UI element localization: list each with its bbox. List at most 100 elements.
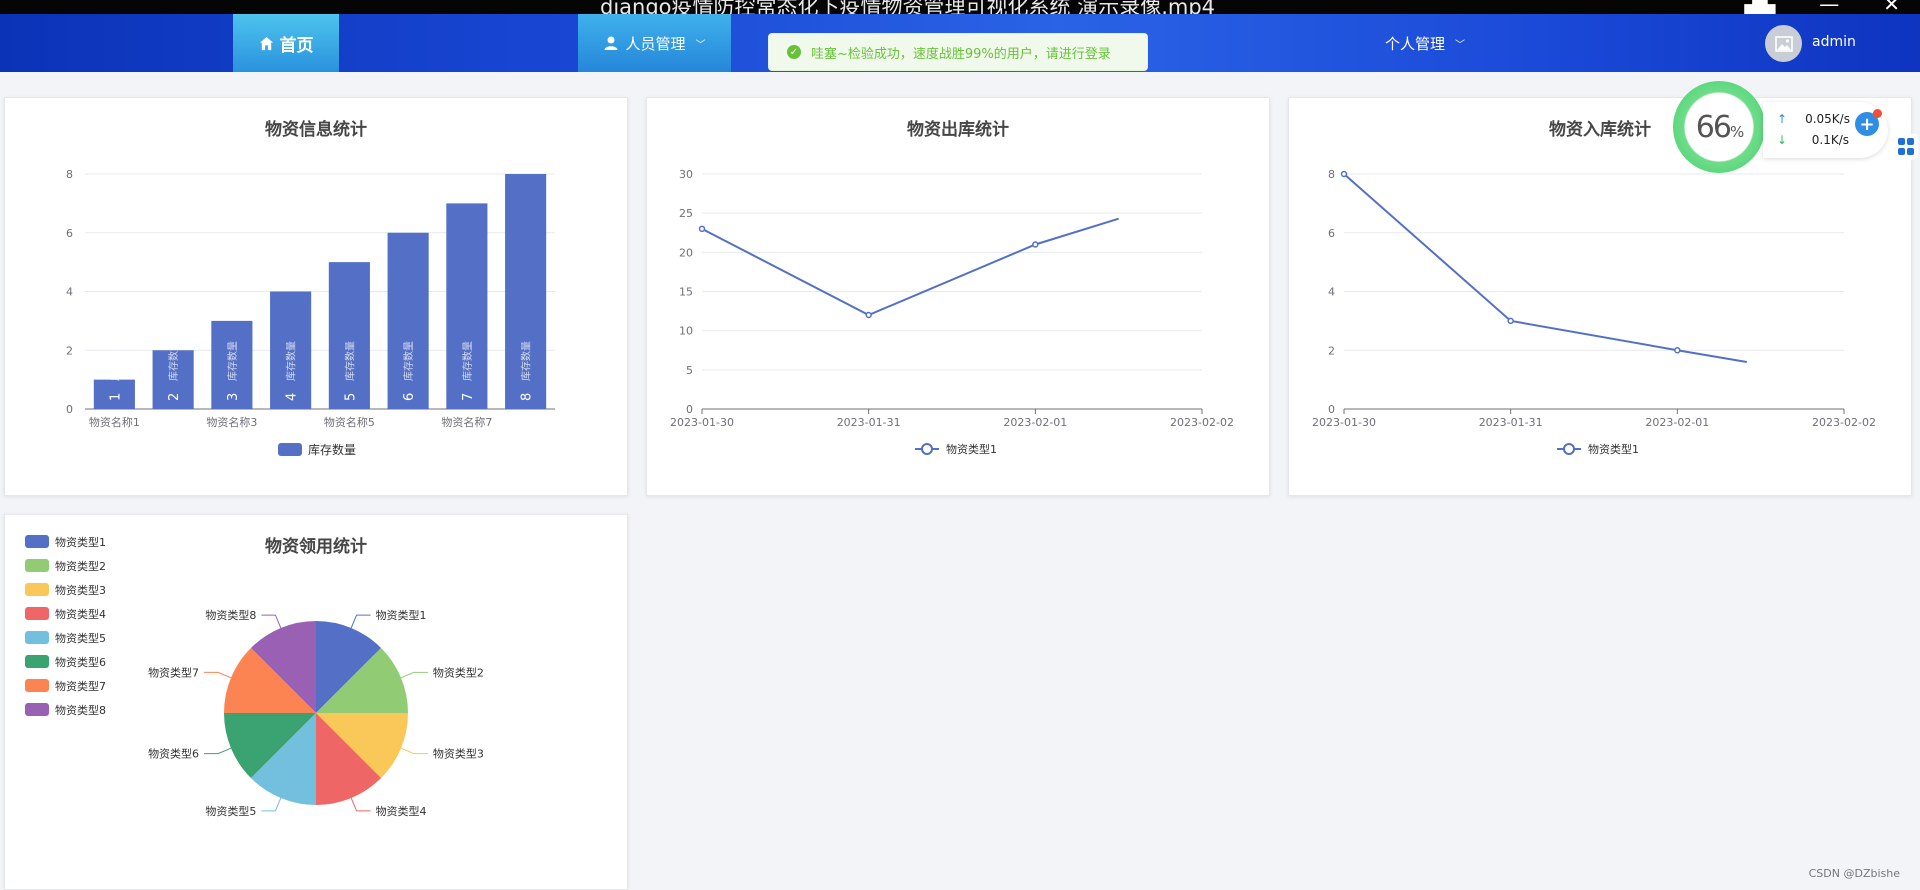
label-leader-line xyxy=(204,747,232,755)
slice-label: 物资类型8 xyxy=(205,608,256,622)
data-point xyxy=(1674,347,1681,354)
y-tick-label: 8 xyxy=(66,168,73,181)
x-tick-label: 2023-01-30 xyxy=(1312,416,1376,429)
x-tick-label: 2023-02-02 xyxy=(1812,416,1876,429)
legend-swatch xyxy=(25,535,49,548)
legend-label: 物资类型6 xyxy=(55,655,106,669)
bar-value-label: 4 xyxy=(285,393,300,401)
slice-label: 物资类型5 xyxy=(205,804,256,818)
download-speed: ↓ 0.1K/s xyxy=(1777,133,1849,147)
legend-label: 物资类型1 xyxy=(55,535,106,549)
y-tick-label: 6 xyxy=(1328,227,1335,240)
bar-value-label: 6 xyxy=(402,393,417,401)
x-tick-label: 物资名称7 xyxy=(441,415,492,429)
legend-swatch xyxy=(25,607,49,620)
y-tick-label: 25 xyxy=(679,207,693,220)
apps-grid-icon[interactable] xyxy=(1894,134,1918,160)
bar-value-label: 2 xyxy=(167,393,182,401)
legend-label: 物资类型7 xyxy=(55,679,106,693)
x-tick-label: 2023-01-30 xyxy=(670,416,734,429)
x-tick-label: 2023-02-02 xyxy=(1170,416,1234,429)
legend-marker xyxy=(1563,443,1575,455)
video-title-bar: django疫情防控常态化下疫情物资管理可视化系统 演示录像.mp4 ▟▙ — … xyxy=(0,0,1920,14)
y-tick-label: 4 xyxy=(1328,286,1335,299)
y-tick-label: 0 xyxy=(1328,403,1335,416)
bar-value-label: 7 xyxy=(461,393,476,401)
legend-swatch xyxy=(25,631,49,644)
bar-series-label: 库存数量 xyxy=(520,341,533,381)
bar-value-label: 5 xyxy=(343,393,358,401)
legend-label: 物资类型1 xyxy=(1588,442,1639,456)
x-tick-label: 2023-01-31 xyxy=(1479,416,1543,429)
chart-card-inventory: 物资信息统计 0 2 4 6 8 1 库存数量 物资名称1 2 库存数量 3 库存数量 物资名称3 4 库存… xyxy=(4,97,628,496)
bar-value-label: 8 xyxy=(520,393,535,401)
chevron-down-icon: ﹀ xyxy=(1455,39,1465,51)
bar-series-label: 库存数量 xyxy=(285,341,298,381)
x-tick-label: 2023-02-01 xyxy=(1003,416,1067,429)
y-tick-label: 2 xyxy=(66,344,73,357)
legend-swatch xyxy=(278,443,302,456)
upload-speed: ↑ 0.05K/s xyxy=(1777,112,1850,126)
y-tick-label: 0 xyxy=(66,403,73,416)
slice-label: 物资类型3 xyxy=(433,747,484,761)
series-line xyxy=(1343,173,1747,363)
notification-dot xyxy=(1873,109,1882,118)
nav-personal-label: 个人管理 xyxy=(1384,34,1445,53)
success-toast: ✓ 哇塞~检验成功，速度战胜99%的用户，请进行登录 xyxy=(768,33,1148,71)
watermark: CSDN @DZbishe xyxy=(1808,867,1900,880)
x-tick-label: 物资名称1 xyxy=(89,415,140,429)
legend-marker xyxy=(921,443,933,455)
data-point xyxy=(698,225,706,233)
y-tick-label: 5 xyxy=(686,364,693,377)
data-point xyxy=(1340,170,1348,178)
memory-gauge[interactable]: 66% xyxy=(1673,81,1765,173)
y-tick-label: 15 xyxy=(679,286,693,299)
data-point xyxy=(1507,317,1514,325)
x-tick-label: 物资名称3 xyxy=(206,415,257,429)
legend-swatch xyxy=(25,559,49,572)
pie-chart: 物资类型1 物资类型2 物资类型3 物资类型4 物资类型5 物资类型6 物资类型7 物资类型8… xyxy=(25,535,484,818)
data-point xyxy=(1032,241,1039,248)
chart-card-usage: 物资领用统计 物资类型1 物资类型2 物资类型3 物资类型4 物资类型5 物资类型6 物资类… xyxy=(4,514,628,890)
username[interactable]: admin xyxy=(1812,34,1856,50)
bar-series-label: 库存数量 xyxy=(226,341,239,381)
bar-series-label: 库存数量 xyxy=(343,341,356,381)
slice-label: 物资类型4 xyxy=(376,804,427,818)
label-leader-line xyxy=(204,671,232,679)
check-circle-icon: ✓ xyxy=(787,45,801,59)
bar-value-label: 1 xyxy=(108,393,123,401)
label-leader-line xyxy=(400,747,428,755)
chevron-down-icon: ﹀ xyxy=(695,39,706,51)
home-icon xyxy=(259,36,273,50)
legend-label: 物资类型3 xyxy=(55,583,106,597)
nav-staff-label: 人员管理 xyxy=(625,34,686,53)
arrow-up-icon: ↑ xyxy=(1777,112,1788,126)
chart-card-outbound: 物资出库统计 0 5 10 15 20 25 30 2023-01-30 2023-01-31 2… xyxy=(646,97,1270,496)
minimize-icon[interactable]: — xyxy=(1819,0,1839,14)
y-tick-label: 30 xyxy=(679,168,693,181)
avatar[interactable] xyxy=(1765,25,1802,62)
legend-label: 物资类型1 xyxy=(946,442,997,456)
bar xyxy=(387,232,429,409)
nav-home-tab[interactable]: 首页 xyxy=(233,14,339,72)
nav-personal-menu[interactable]: 个人管理 ﹀ xyxy=(1370,14,1480,72)
bar-chart: 024681库存数量物资名称12库存数量3库存数量物资名称34库存数量5库存数量… xyxy=(66,168,555,457)
bar-series-label: 库存数量 xyxy=(167,341,180,381)
gauge-value: 66 xyxy=(1695,109,1732,145)
y-tick-label: 8 xyxy=(1328,168,1335,181)
restore-icon[interactable]: ▟▙ xyxy=(1744,0,1775,14)
y-tick-label: 4 xyxy=(66,286,73,299)
y-tick-label: 0 xyxy=(686,403,693,416)
label-leader-line xyxy=(261,797,282,812)
y-tick-label: 6 xyxy=(66,227,73,240)
nav-staff-menu[interactable]: 人员管理 ﹀ xyxy=(578,14,731,72)
slice-label: 物资类型7 xyxy=(148,665,199,679)
network-speed-widget[interactable]: 66% ↑ 0.05K/s ↓ 0.1K/s + xyxy=(1665,78,1915,178)
upload-value: 0.05K/s xyxy=(1805,112,1850,126)
close-icon[interactable]: ✕ xyxy=(1883,0,1900,14)
x-tick-label: 物资名称5 xyxy=(324,415,375,429)
label-leader-line xyxy=(350,797,371,812)
x-tick-label: 2023-01-31 xyxy=(837,416,901,429)
legend-swatch xyxy=(25,703,49,716)
legend-label: 物资类型8 xyxy=(55,703,106,717)
